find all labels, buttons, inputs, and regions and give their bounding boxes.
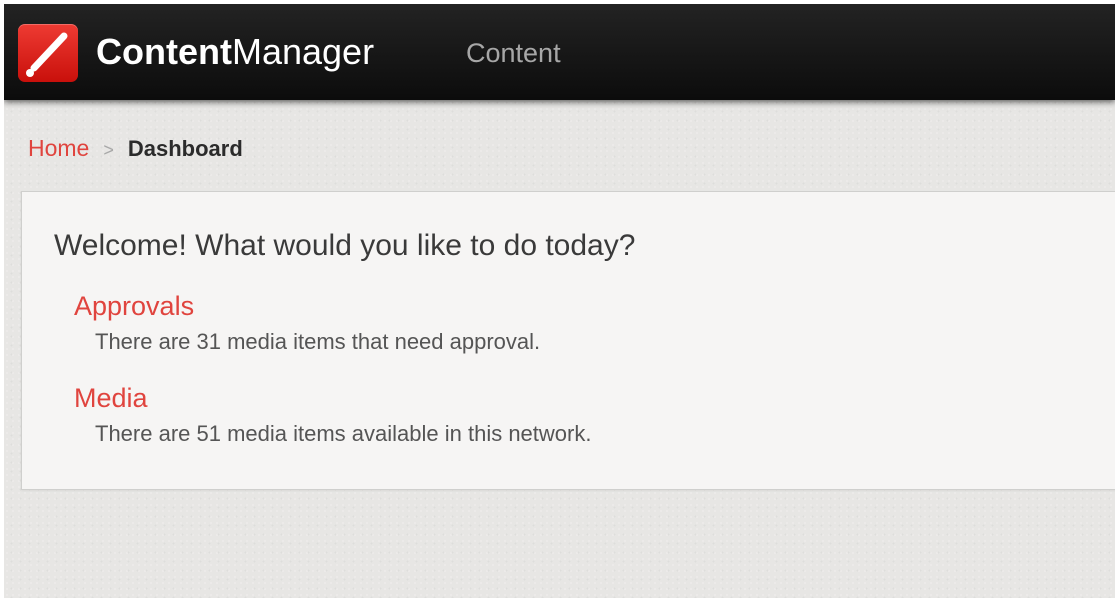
pencil-logo-graphic	[26, 32, 68, 77]
breadcrumb-separator: >	[103, 140, 114, 160]
welcome-heading: Welcome! What would you like to do today…	[54, 229, 636, 262]
dashboard-panel: Welcome! What would you like to do today…	[21, 191, 1115, 490]
breadcrumb: Home > Dashboard	[28, 134, 243, 164]
media-description: There are 51 media items available in th…	[95, 421, 592, 446]
breadcrumb-current: Dashboard	[127, 136, 243, 161]
approvals-description: There are 31 media items that need appro…	[95, 329, 541, 354]
brand-bold-text: Content	[96, 31, 232, 72]
brand-regular-text: Manager	[231, 31, 375, 72]
media-link[interactable]: Media	[74, 382, 148, 414]
nav-item-content[interactable]: Content	[466, 37, 561, 69]
app-brand-title[interactable]: ContentManager	[96, 30, 374, 74]
approvals-link[interactable]: Approvals	[74, 290, 194, 322]
app-window: ContentManager Content Home > Dashboard We…	[4, 4, 1115, 598]
breadcrumb-home-link[interactable]: Home	[28, 135, 89, 161]
top-navigation-bar: ContentManager Content	[4, 4, 1115, 100]
pencil-logo-icon[interactable]	[18, 24, 78, 82]
